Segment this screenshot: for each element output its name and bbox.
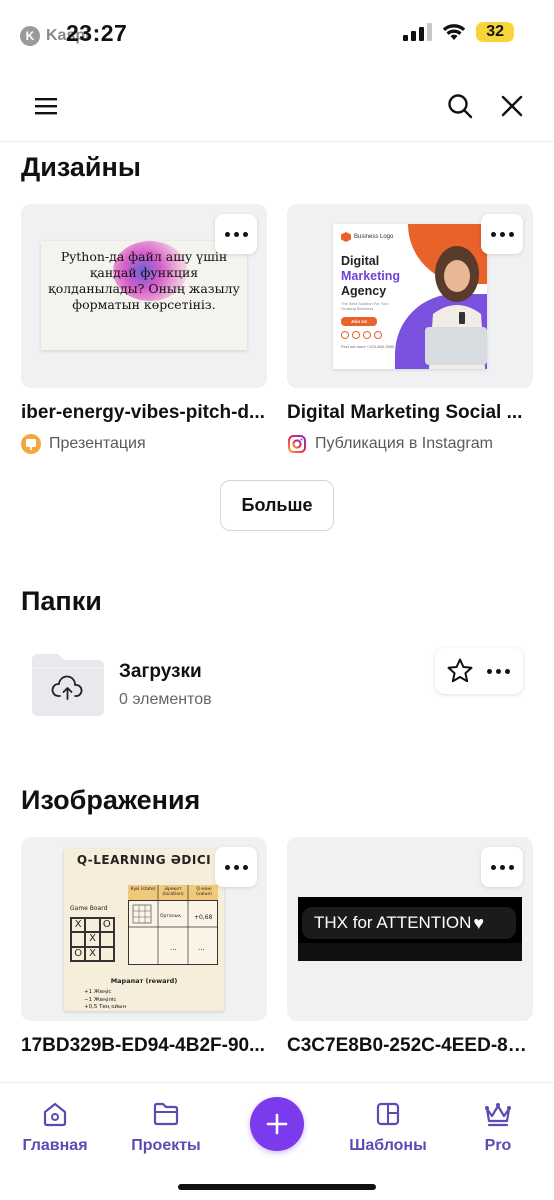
folder-item-count: 0 элементов bbox=[119, 691, 212, 708]
images-section-title: Изображения bbox=[21, 785, 201, 815]
image-card[interactable]: Q-LEARNING ӘDICI Күй (state) Әрекет (loc… bbox=[21, 837, 267, 1057]
top-toolbar bbox=[0, 70, 554, 142]
q-learning-preview: Q-LEARNING ӘDICI Күй (state) Әрекет (loc… bbox=[64, 849, 224, 1011]
nav-projects[interactable]: Проекты bbox=[116, 1099, 216, 1155]
design-more-button[interactable] bbox=[215, 214, 257, 254]
cellular-signal-icon bbox=[403, 23, 433, 41]
folder-more-button[interactable] bbox=[481, 654, 515, 688]
instagram-icon bbox=[287, 434, 307, 454]
bottom-navigation: Главная Проекты Шаблоны Pro bbox=[0, 1082, 554, 1200]
nav-pro[interactable]: Pro bbox=[448, 1099, 548, 1155]
hamburger-icon bbox=[35, 98, 57, 115]
folder-actions bbox=[435, 648, 523, 694]
nav-label: Pro bbox=[484, 1137, 512, 1154]
kaspi-icon: K bbox=[20, 26, 40, 46]
designs-section-title: Дизайны bbox=[21, 152, 141, 182]
thx-image-preview: THX for ATTENTION ♥ bbox=[298, 897, 522, 961]
close-button[interactable] bbox=[490, 84, 534, 128]
home-indicator bbox=[178, 1184, 376, 1190]
design-thumbnail[interactable]: Business Logo Digital Marketing Agency T… bbox=[287, 204, 533, 388]
star-button[interactable] bbox=[443, 654, 477, 688]
folder-row[interactable]: Загрузки 0 элементов bbox=[0, 640, 554, 730]
upload-folder-icon bbox=[32, 654, 104, 716]
nav-label: Проекты bbox=[131, 1137, 201, 1154]
image-card[interactable]: THX for ATTENTION ♥ C3C7E8B0-252C-4EED-8F… bbox=[287, 837, 533, 1057]
folder-name: Загрузки bbox=[119, 661, 202, 682]
status-bar: K Kaspi 23:27 32 bbox=[0, 0, 554, 60]
design-thumbnail[interactable]: Python-да файл ашу үшін қандай функция қ… bbox=[21, 204, 267, 388]
thx-text: THX for ATTENTION bbox=[314, 913, 472, 932]
wifi-icon bbox=[443, 24, 466, 40]
folders-section-title: Папки bbox=[21, 586, 102, 616]
design-title: Digital Marketing Social ... bbox=[287, 402, 523, 423]
search-icon bbox=[448, 94, 473, 119]
templates-icon bbox=[376, 1102, 400, 1126]
crown-icon bbox=[485, 1103, 511, 1127]
folder-icon bbox=[153, 1102, 179, 1126]
design-card[interactable]: Business Logo Digital Marketing Agency T… bbox=[287, 204, 533, 454]
nav-home[interactable]: Главная bbox=[5, 1099, 105, 1155]
design-more-button[interactable] bbox=[481, 214, 523, 254]
slide-preview: Python-да файл ашу үшін қандай функция қ… bbox=[41, 241, 247, 350]
presentation-icon bbox=[21, 434, 41, 454]
nav-templates[interactable]: Шаблоны bbox=[338, 1099, 438, 1155]
status-icons: 32 bbox=[403, 22, 514, 42]
design-card[interactable]: Python-да файл ашу үшін қандай функция қ… bbox=[21, 204, 267, 454]
star-icon bbox=[447, 658, 473, 683]
close-icon bbox=[501, 95, 523, 117]
battery-indicator: 32 bbox=[476, 22, 514, 42]
plus-icon bbox=[266, 1113, 288, 1135]
image-thumbnail[interactable]: THX for ATTENTION ♥ bbox=[287, 837, 533, 1021]
image-title: 17BD329B-ED94-4B2F-90... bbox=[21, 1035, 265, 1056]
image-thumbnail[interactable]: Q-LEARNING ӘDICI Күй (state) Әрекет (loc… bbox=[21, 837, 267, 1021]
design-type: Публикация в Instagram bbox=[315, 435, 493, 452]
heart-icon: ♥ bbox=[473, 912, 485, 933]
status-time: 23:27 bbox=[66, 20, 128, 46]
show-more-button[interactable]: Больше bbox=[220, 480, 334, 531]
home-icon bbox=[43, 1102, 67, 1127]
design-title: iber-energy-vibes-pitch-d... bbox=[21, 402, 265, 423]
instagram-post-preview: Business Logo Digital Marketing Agency T… bbox=[333, 224, 487, 369]
slide-text: Python-да файл ашу үшін қандай функция қ… bbox=[48, 249, 240, 312]
search-button[interactable] bbox=[438, 84, 482, 128]
design-type: Презентация bbox=[49, 435, 146, 452]
create-button[interactable] bbox=[250, 1097, 304, 1151]
nav-label: Шаблоны bbox=[349, 1137, 427, 1154]
image-more-button[interactable] bbox=[481, 847, 523, 887]
nav-label: Главная bbox=[22, 1137, 88, 1154]
image-title: C3C7E8B0-252C-4EED-8F... bbox=[287, 1035, 533, 1056]
image-more-button[interactable] bbox=[215, 847, 257, 887]
menu-button[interactable] bbox=[24, 84, 68, 128]
